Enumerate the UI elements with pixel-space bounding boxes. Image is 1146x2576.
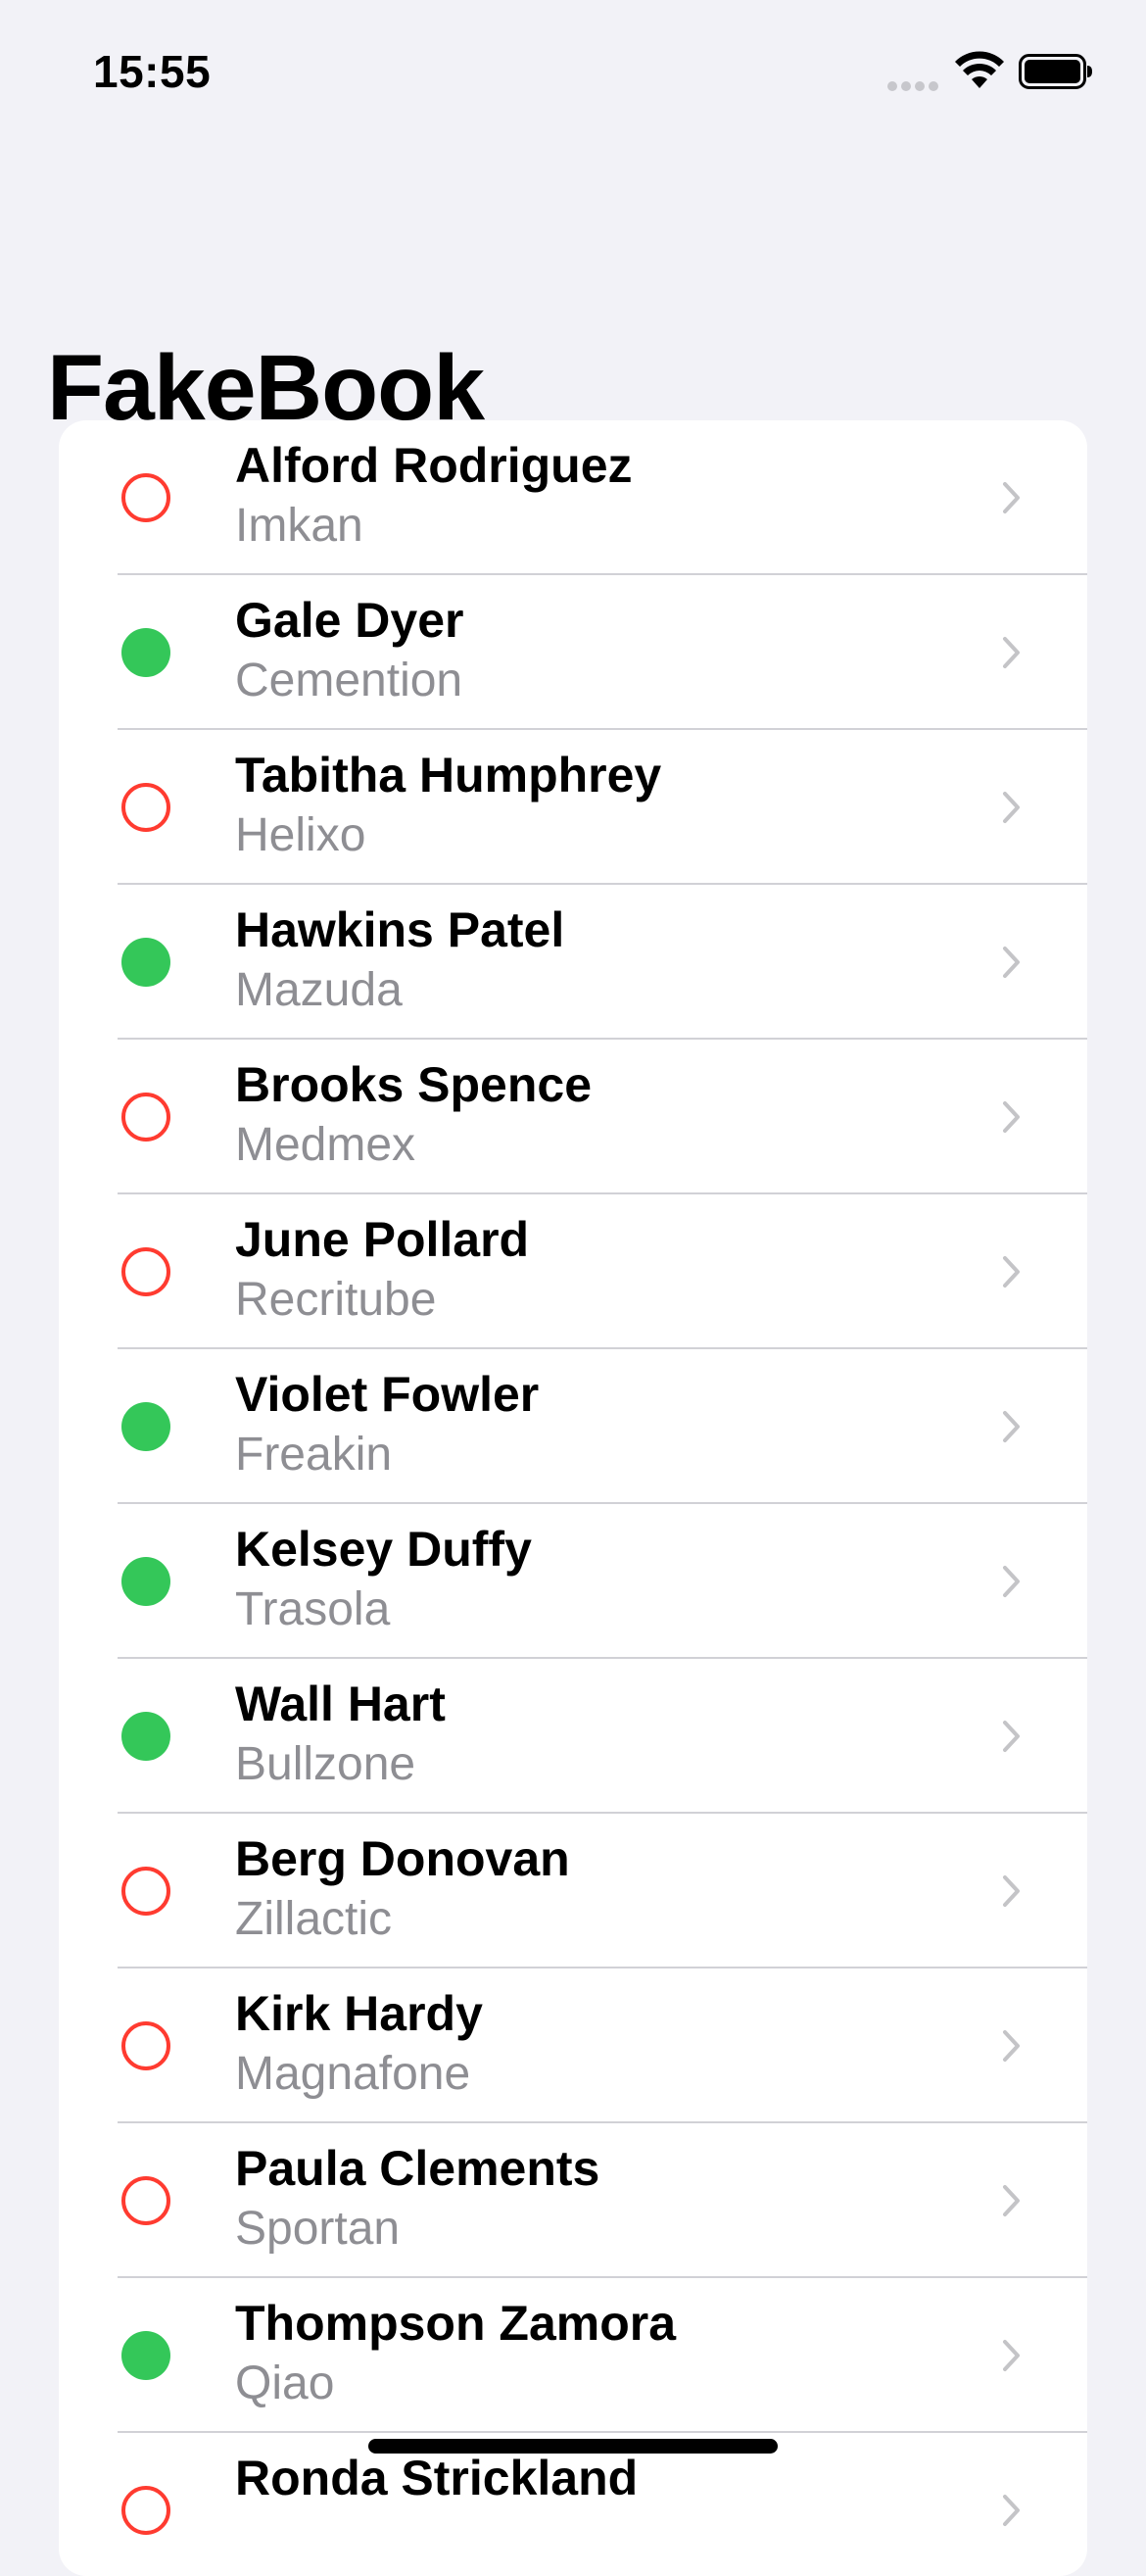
- contact-name: Brooks Spence: [235, 1057, 593, 1112]
- contact-company: Bullzone: [235, 1738, 416, 1790]
- status-inactive-icon: [121, 1867, 170, 1916]
- contact-row[interactable]: Alford Rodriguez Imkan: [59, 420, 1087, 575]
- battery-icon: [1019, 54, 1092, 89]
- contact-company: Mazuda: [235, 964, 403, 1016]
- chevron-right-icon: [1003, 2185, 1020, 2216]
- wifi-icon: [955, 51, 1004, 88]
- status-inactive-icon: [121, 2486, 170, 2535]
- chevron-right-icon: [1003, 2495, 1020, 2526]
- contact-name: June Pollard: [235, 1212, 530, 1267]
- contact-company: Medmex: [235, 1119, 416, 1171]
- status-active-icon: [121, 1712, 170, 1761]
- contact-row[interactable]: Kirk Hardy Magnafone: [59, 1968, 1087, 2123]
- contact-name: Kelsey Duffy: [235, 1522, 532, 1577]
- contact-row[interactable]: Berg Donovan Zillactic: [59, 1814, 1087, 1968]
- contact-company: Recritube: [235, 1274, 437, 1326]
- contact-row[interactable]: Wall Hart Bullzone: [59, 1659, 1087, 1814]
- contact-name: Wall Hart: [235, 1677, 446, 1731]
- contact-name: Hawkins Patel: [235, 902, 565, 957]
- contact-name: Paula Clements: [235, 2141, 600, 2196]
- home-indicator[interactable]: [368, 2439, 778, 2454]
- contact-name: Ronda Strickland: [235, 2451, 639, 2505]
- status-active-icon: [121, 1557, 170, 1606]
- contact-name: Gale Dyer: [235, 593, 464, 648]
- status-bar: 15:55: [0, 0, 1146, 147]
- contact-company: Magnafone: [235, 2048, 471, 2100]
- status-inactive-icon: [121, 2021, 170, 2070]
- contact-row[interactable]: Hawkins Patel Mazuda: [59, 885, 1087, 1040]
- chevron-right-icon: [1003, 1411, 1020, 1442]
- contact-name: Thompson Zamora: [235, 2296, 677, 2351]
- chevron-right-icon: [1003, 1101, 1020, 1133]
- cellular-signal-icon: [887, 81, 938, 91]
- chevron-right-icon: [1003, 2340, 1020, 2371]
- chevron-right-icon: [1003, 1721, 1020, 1752]
- status-active-icon: [121, 1402, 170, 1451]
- contact-company: Qiao: [235, 2357, 335, 2409]
- chevron-right-icon: [1003, 1875, 1020, 1907]
- chevron-right-icon: [1003, 637, 1020, 668]
- contact-row[interactable]: Brooks Spence Medmex: [59, 1040, 1087, 1194]
- contact-name: Berg Donovan: [235, 1831, 570, 1886]
- contact-row[interactable]: Ronda Strickland: [59, 2433, 1087, 2576]
- contact-company: Freakin: [235, 1429, 393, 1481]
- chevron-right-icon: [1003, 792, 1020, 823]
- contact-name: Alford Rodriguez: [235, 438, 633, 493]
- contact-company: Trasola: [235, 1583, 391, 1635]
- chevron-right-icon: [1003, 1256, 1020, 1288]
- contact-name: Violet Fowler: [235, 1367, 540, 1422]
- contact-company: Cemention: [235, 655, 463, 706]
- contact-company: Sportan: [235, 2203, 401, 2255]
- contact-row[interactable]: Tabitha Humphrey Helixo: [59, 730, 1087, 885]
- contact-row[interactable]: Gale Dyer Cemention: [59, 575, 1087, 730]
- status-inactive-icon: [121, 2176, 170, 2225]
- status-active-icon: [121, 628, 170, 677]
- contact-row[interactable]: Paula Clements Sportan: [59, 2123, 1087, 2278]
- contact-company: Imkan: [235, 500, 363, 552]
- contact-list: Alford Rodriguez Imkan Gale Dyer Cemention T…: [59, 420, 1087, 2576]
- contact-company: Helixo: [235, 809, 366, 861]
- status-inactive-icon: [121, 1247, 170, 1296]
- chevron-right-icon: [1003, 1566, 1020, 1597]
- status-time: 15:55: [93, 46, 212, 97]
- contact-row[interactable]: Thompson Zamora Qiao: [59, 2278, 1087, 2433]
- status-inactive-icon: [121, 473, 170, 522]
- chevron-right-icon: [1003, 482, 1020, 513]
- contact-row[interactable]: Violet Fowler Freakin: [59, 1349, 1087, 1504]
- chevron-right-icon: [1003, 947, 1020, 978]
- contact-row[interactable]: June Pollard Recritube: [59, 1194, 1087, 1349]
- status-active-icon: [121, 2331, 170, 2380]
- contact-name: Kirk Hardy: [235, 1986, 483, 2041]
- status-inactive-icon: [121, 1093, 170, 1142]
- contact-company: Zillactic: [235, 1893, 393, 1945]
- contact-name: Tabitha Humphrey: [235, 748, 662, 802]
- chevron-right-icon: [1003, 2030, 1020, 2062]
- status-active-icon: [121, 938, 170, 987]
- status-inactive-icon: [121, 783, 170, 832]
- contact-row[interactable]: Kelsey Duffy Trasola: [59, 1504, 1087, 1659]
